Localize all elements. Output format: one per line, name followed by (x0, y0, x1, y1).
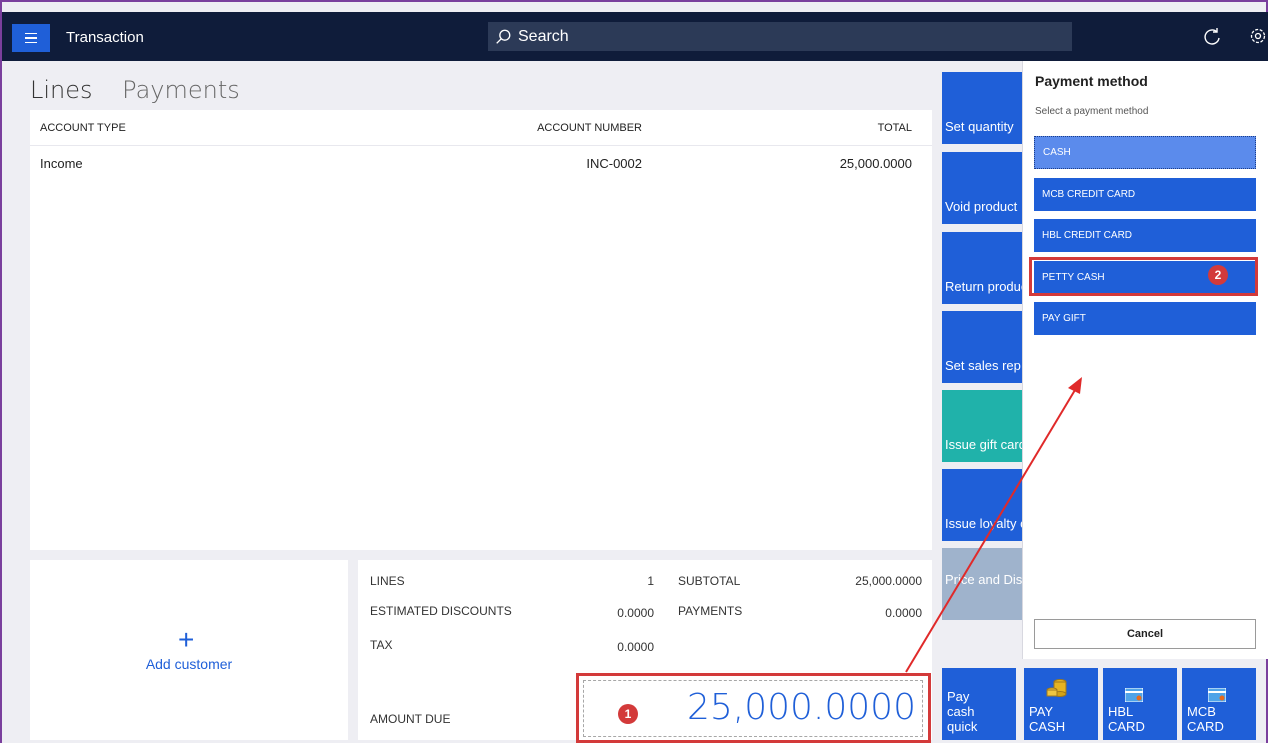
cell-account-type: Income (40, 156, 83, 171)
payment-method-mcb-credit-card[interactable]: MCB CREDIT CARD (1034, 178, 1256, 211)
void-product-label: Void product (945, 199, 1018, 214)
tax-label: TAX (370, 638, 393, 652)
pay-cash-line2: CASH (1029, 719, 1066, 734)
annotation-badge-1: 1 (618, 704, 638, 724)
add-customer-label: Add customer (145, 656, 233, 672)
hbl-card-button[interactable]: HBL CARD (1103, 668, 1177, 740)
pay-cash-button[interactable]: PAY CASH (1024, 668, 1098, 740)
coins-icon (1046, 679, 1067, 697)
table-row[interactable]: Income INC-0002 25,000.0000 (30, 146, 932, 182)
cell-total: 25,000.0000 (839, 156, 912, 171)
mcb-card-button[interactable]: MCB CARD (1182, 668, 1256, 740)
tab-payments[interactable]: Payments (122, 76, 240, 104)
price-and-discounts-label: Price and Discounts (945, 572, 1032, 587)
lines-label: LINES (370, 574, 405, 588)
gear-icon[interactable] (1248, 26, 1268, 46)
cell-account-number: INC-0002 (586, 156, 642, 171)
return-product-button[interactable]: Return product (942, 232, 1032, 304)
top-bar: Transaction Search (2, 12, 1268, 61)
column-total[interactable]: TOTAL (878, 122, 912, 134)
set-sales-rep-label: Set sales rep (945, 358, 1021, 373)
annotation-badge-2: 2 (1208, 265, 1228, 285)
void-product-button[interactable]: Void product (942, 152, 1032, 224)
pay-cash-quick-line3: quick (947, 719, 978, 734)
table-header: ACCOUNT TYPE ACCOUNT NUMBER TOTAL (30, 110, 932, 146)
add-customer-button[interactable]: + Add customer (30, 560, 348, 740)
mcb-card-line2: CARD (1187, 719, 1224, 734)
pay-cash-label: PAY CASH (1029, 704, 1065, 734)
lines-value: 1 (647, 574, 654, 588)
card-icon (1208, 688, 1226, 702)
transaction-tabs: Lines Payments (30, 76, 262, 104)
subtotal-label: SUBTOTAL (678, 574, 741, 588)
pay-cash-quick-label: Pay cash quick (947, 689, 977, 734)
pay-cash-quick-line2: cash (947, 704, 975, 719)
search-placeholder: Search (518, 27, 569, 45)
payment-method-cash[interactable]: CASH (1034, 136, 1256, 169)
amount-due-label: AMOUNT DUE (370, 712, 451, 726)
discounts-label: ESTIMATED DISCOUNTS (370, 604, 512, 618)
hbl-card-line2: CARD (1108, 719, 1145, 734)
discounts-value: 0.0000 (617, 606, 654, 620)
lines-table: ACCOUNT TYPE ACCOUNT NUMBER TOTAL Income… (30, 110, 932, 550)
pay-cash-line1: PAY (1029, 704, 1054, 719)
set-sales-rep-button[interactable]: Set sales rep (942, 311, 1032, 383)
set-quantity-button[interactable]: Set quantity (942, 72, 1032, 144)
search-input[interactable]: Search (488, 22, 1072, 51)
hbl-card-label: HBL CARD (1108, 704, 1145, 734)
subtotal-value: 25,000.0000 (855, 574, 922, 588)
hbl-card-line1: HBL (1108, 704, 1134, 719)
payment-method-panel: Payment method Select a payment method C… (1022, 61, 1268, 659)
price-and-discounts-button[interactable]: Price and Discounts (942, 548, 1032, 620)
payment-method-pay-gift[interactable]: PAY GIFT (1034, 302, 1256, 335)
cancel-button[interactable]: Cancel (1034, 619, 1256, 649)
return-product-label: Return product (945, 279, 1031, 294)
mcb-card-line1: MCB (1187, 704, 1216, 719)
tax-value: 0.0000 (617, 640, 654, 654)
refresh-icon[interactable] (1202, 27, 1222, 47)
pay-cash-quick-button[interactable]: Pay cash quick (942, 668, 1016, 740)
panel-subtitle: Select a payment method (1035, 106, 1149, 117)
issue-loyalty-card-label: Issue loyalty card (945, 516, 1032, 531)
card-icon (1125, 688, 1143, 702)
plus-icon: + (178, 624, 195, 655)
issue-loyalty-card-button[interactable]: Issue loyalty card (942, 469, 1032, 541)
column-account-type[interactable]: ACCOUNT TYPE (40, 122, 126, 134)
mcb-card-label: MCB CARD (1187, 704, 1224, 734)
page-title: Transaction (66, 29, 144, 46)
set-quantity-label: Set quantity (945, 119, 1014, 134)
search-icon (496, 29, 511, 44)
payment-method-hbl-credit-card[interactable]: HBL CREDIT CARD (1034, 219, 1256, 252)
issue-gift-card-label: Issue gift card (945, 437, 1026, 452)
menu-icon[interactable] (12, 24, 50, 52)
issue-gift-card-button[interactable]: Issue gift card (942, 390, 1032, 462)
tab-lines[interactable]: Lines (30, 76, 93, 104)
pay-cash-quick-line1: Pay (947, 689, 970, 704)
payments-label: PAYMENTS (678, 604, 743, 618)
column-account-number[interactable]: ACCOUNT NUMBER (537, 122, 642, 134)
panel-title: Payment method (1035, 73, 1148, 89)
payments-value: 0.0000 (885, 606, 922, 620)
